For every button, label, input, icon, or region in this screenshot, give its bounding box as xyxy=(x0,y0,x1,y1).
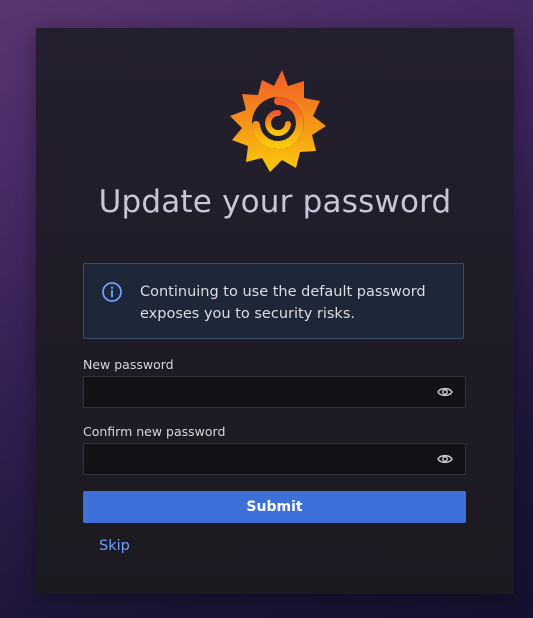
alert-message: Continuing to use the default password e… xyxy=(140,284,426,322)
info-circle-icon xyxy=(102,282,122,302)
eye-icon[interactable] xyxy=(437,385,453,399)
page-title: Update your password xyxy=(98,184,452,220)
new-password-input[interactable] xyxy=(84,377,424,407)
confirm-password-input[interactable] xyxy=(84,444,424,474)
confirm-password-field-container xyxy=(83,443,466,475)
login-card: Update your password Continuing to use t… xyxy=(36,28,514,594)
grafana-logo-icon xyxy=(230,70,326,172)
confirm-password-label: Confirm new password xyxy=(83,424,226,439)
security-alert: Continuing to use the default password e… xyxy=(83,263,464,339)
submit-button[interactable]: Submit xyxy=(83,491,466,523)
new-password-field-container xyxy=(83,376,466,408)
new-password-label: New password xyxy=(83,357,174,372)
eye-icon[interactable] xyxy=(437,452,453,466)
skip-link[interactable]: Skip xyxy=(99,538,130,554)
